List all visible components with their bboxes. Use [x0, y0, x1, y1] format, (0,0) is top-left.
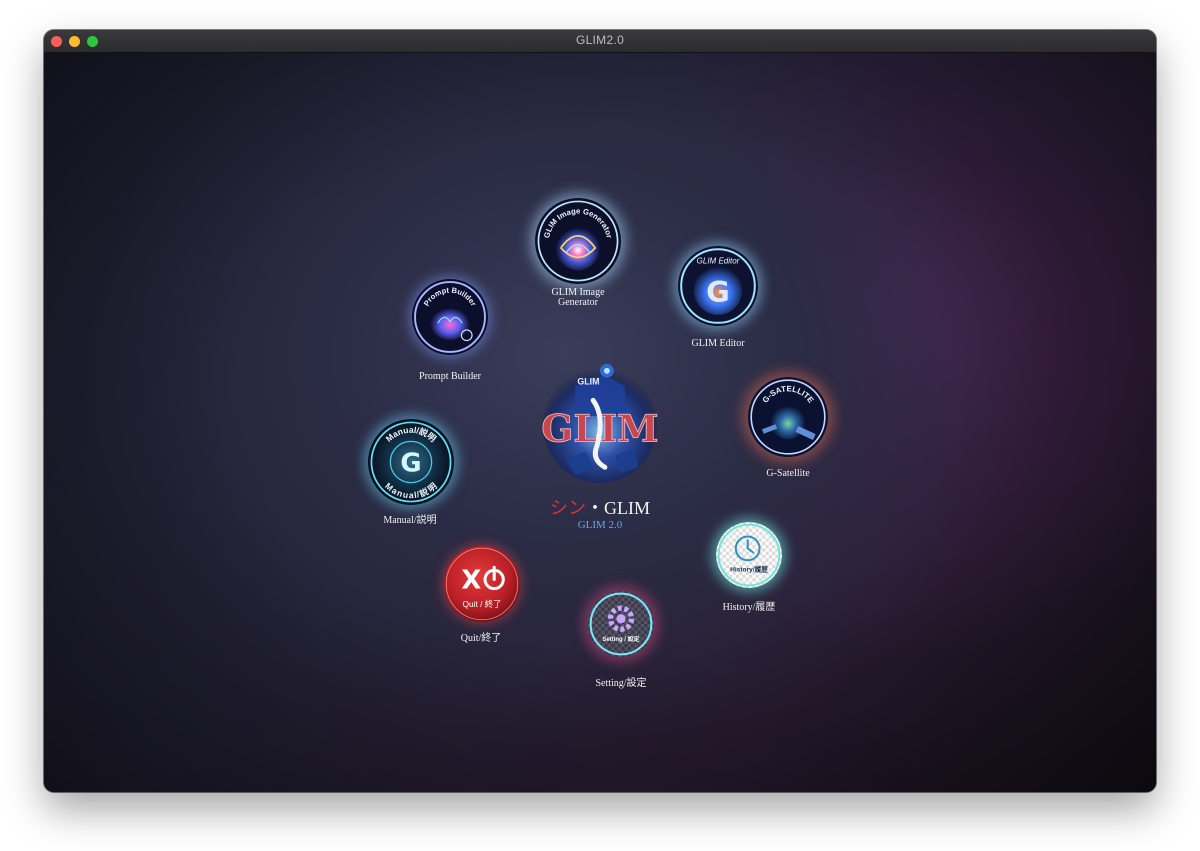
title-bar[interactable]: GLIM2.0 — [44, 30, 1156, 53]
quit-button[interactable]: X Quit / 終了 Quit/終了 — [440, 546, 524, 652]
center-title-separator: ・ — [586, 498, 604, 518]
manual-icon: G Manual/説明 Manual/説明 — [368, 419, 454, 505]
center-title-en: GLIM — [604, 498, 650, 518]
image-generator-label: GLIM Image Generator — [551, 287, 605, 308]
center-title-jp: シン — [550, 498, 586, 518]
svg-text:G: G — [706, 275, 730, 309]
setting-button[interactable]: Setting / 設定 Setting/設定 — [584, 591, 660, 699]
prompt-builder-label: Prompt Builder — [419, 371, 481, 382]
glim-center-logo[interactable]: GLIM GLIM — [536, 357, 664, 485]
svg-text:G: G — [400, 448, 421, 478]
glim-image-generator-button[interactable]: GLIM Image Generator GLIM Image Generato… — [533, 196, 623, 326]
image-generator-icon: GLIM Image Generator — [535, 198, 621, 284]
satellite-icon: G-SATELLITE — [748, 377, 828, 457]
prompt-builder-button[interactable]: Prompt Builder Prompt Builder — [410, 279, 490, 389]
history-button[interactable]: History/履歴 History/履歴 — [712, 522, 788, 624]
g-satellite-button[interactable]: G-SATELLITE G-Satellite — [746, 377, 830, 483]
setting-icon: Setting / 設定 — [588, 591, 654, 657]
setting-label: Setting/設定 — [595, 678, 647, 689]
history-label: History/履歴 — [722, 602, 776, 613]
quit-badge-text: Quit / 終了 — [463, 599, 502, 609]
window-title: GLIM2.0 — [575, 33, 625, 47]
history-icon: History/履歴 — [716, 522, 782, 588]
manual-label: Manual/説明 — [383, 515, 437, 526]
editor-badge-text: GLIM Editor — [697, 257, 740, 266]
history-badge-text: History/履歴 — [730, 565, 768, 574]
prompt-builder-icon: Prompt Builder — [412, 279, 488, 355]
satellite-label: G-Satellite — [766, 468, 810, 479]
quit-label: Quit/終了 — [460, 633, 502, 644]
glim-editor-button[interactable]: G GLIM Editor GLIM Editor — [676, 246, 760, 356]
editor-label: GLIM Editor — [691, 338, 745, 349]
app-window: GLIM2.0 GLIM Image Generator GLIM Image … — [44, 30, 1156, 792]
center-title: シン・GLIM — [550, 494, 650, 520]
center-subtitle: GLIM 2.0 — [577, 519, 623, 531]
editor-icon: G GLIM Editor — [678, 246, 758, 326]
svg-text:GLIM: GLIM — [577, 377, 599, 387]
manual-button[interactable]: G Manual/説明 Manual/説明 Manual/説明 — [364, 419, 456, 529]
svg-text:X: X — [461, 566, 481, 596]
launcher-stage: GLIM Image Generator GLIM Image Generato… — [44, 53, 1156, 792]
quit-icon: X Quit / 終了 — [444, 546, 520, 622]
